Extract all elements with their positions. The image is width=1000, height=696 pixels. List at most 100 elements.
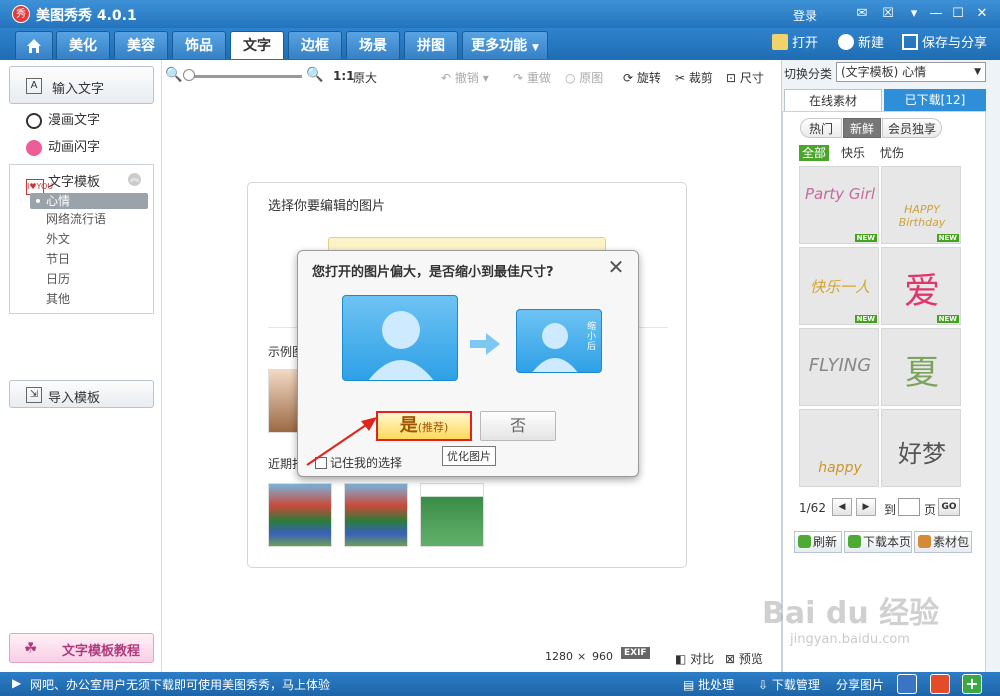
skin-icon[interactable]: ▾ bbox=[904, 4, 924, 24]
new-button[interactable]: 新建 bbox=[838, 34, 884, 54]
yes-button[interactable]: 是(推荐) bbox=[376, 411, 472, 441]
times-sign: × bbox=[577, 650, 587, 663]
undo-button[interactable]: ↶ 撤销 ▾ bbox=[441, 69, 489, 86]
template-header[interactable]: I♥YOU文字模板 bbox=[26, 171, 100, 195]
subitem-mood[interactable]: 心情 bbox=[30, 193, 148, 209]
material-art: FLYING bbox=[808, 355, 872, 376]
optimize-tooltip: 优化图片 bbox=[442, 446, 496, 466]
new-badge: NEW bbox=[854, 234, 877, 242]
compare-label: 对比 bbox=[690, 652, 715, 666]
subitem-other[interactable]: 其他 bbox=[30, 291, 148, 307]
material-item[interactable]: 夏 bbox=[881, 328, 961, 406]
pill-fresh[interactable]: 新鲜 bbox=[843, 118, 881, 138]
collapse-up-icon[interactable]: ︽ bbox=[128, 173, 141, 186]
feedback-icon[interactable]: ☒ bbox=[878, 4, 898, 24]
tutorial-button[interactable]: ☘ 文字模板教程 bbox=[9, 633, 154, 663]
new-badge: NEW bbox=[936, 315, 959, 323]
input-text-button[interactable]: A 输入文字 bbox=[9, 66, 154, 104]
resize-button[interactable]: ⊡ 尺寸 bbox=[726, 69, 764, 86]
maximize-icon[interactable]: ☐ bbox=[948, 4, 968, 24]
switch-category-label: 切换分类 bbox=[784, 67, 833, 81]
material-item[interactable]: 好梦 bbox=[881, 409, 961, 487]
recent-thumb[interactable] bbox=[268, 483, 332, 547]
tab-frame[interactable]: 边框 bbox=[288, 31, 342, 59]
tab-more[interactable]: 更多功能 ▼ bbox=[462, 31, 548, 59]
material-item[interactable]: HAPPY Birthday NEW bbox=[881, 166, 961, 244]
home-tab[interactable] bbox=[15, 31, 53, 59]
pill-hot[interactable]: 热门 bbox=[800, 118, 842, 138]
subitem-holiday[interactable]: 节日 bbox=[30, 251, 148, 267]
recent-thumb[interactable] bbox=[420, 483, 484, 547]
zoom-out-icon[interactable]: 🔍 bbox=[165, 67, 182, 83]
zoom-slider[interactable] bbox=[185, 75, 302, 78]
open-button[interactable]: 打开 bbox=[772, 34, 818, 54]
tab-accessory[interactable]: 饰品 bbox=[172, 31, 226, 59]
remember-choice[interactable]: 记住我的选择 bbox=[315, 454, 402, 471]
crop-button[interactable]: ✂ 裁剪 bbox=[675, 69, 713, 86]
original-size-button[interactable]: 原大 bbox=[353, 69, 377, 86]
tab-collage[interactable]: 拼图 bbox=[404, 31, 458, 59]
zoom-in-icon[interactable]: 🔍 bbox=[306, 67, 323, 83]
download-page-label: 下载本页 bbox=[863, 535, 912, 549]
filter-sad[interactable]: 忧伤 bbox=[880, 145, 904, 161]
filter-all[interactable]: 全部 bbox=[799, 145, 830, 161]
subitem-calendar[interactable]: 日历 bbox=[30, 271, 148, 287]
material-item[interactable]: Party Girl NEW bbox=[799, 166, 879, 244]
exif-button[interactable]: EXIF bbox=[621, 647, 650, 659]
page-unit-label: 页 bbox=[924, 503, 937, 517]
subitem-buzzwords[interactable]: 网络流行语 bbox=[30, 211, 148, 227]
tab-online-material[interactable]: 在线素材 bbox=[784, 89, 882, 111]
minimize-icon[interactable]: — bbox=[926, 4, 946, 24]
rotate-button[interactable]: ⟳ 旋转 bbox=[623, 69, 661, 86]
remember-checkbox[interactable] bbox=[315, 457, 327, 469]
import-template-button[interactable]: ⇲ 导入模板 bbox=[9, 380, 154, 408]
material-pack-label: 素材包 bbox=[933, 535, 970, 549]
next-page-icon[interactable]: ▶ bbox=[856, 498, 876, 516]
close-icon[interactable]: ✕ bbox=[606, 257, 626, 277]
recent-thumb[interactable] bbox=[344, 483, 408, 547]
plus-circle-icon bbox=[838, 34, 854, 50]
pill-vip[interactable]: 会员独享 bbox=[882, 118, 942, 138]
refresh-button[interactable]: 刷新 bbox=[794, 531, 842, 553]
compare-button[interactable]: ◧ 对比 bbox=[675, 650, 714, 667]
folder-icon bbox=[772, 34, 788, 50]
zoom-ratio[interactable]: 1:1 bbox=[333, 69, 355, 83]
redo-button[interactable]: ↷ 重做 bbox=[513, 69, 551, 86]
batch-button[interactable]: ▤ 批处理 bbox=[683, 676, 734, 693]
tab-face[interactable]: 美容 bbox=[114, 31, 168, 59]
original-image-button[interactable]: ○ 原图 bbox=[565, 69, 603, 86]
preview-button[interactable]: ⊠ 预览 bbox=[725, 650, 763, 667]
weibo-icon[interactable] bbox=[930, 674, 950, 694]
rotate-label: 旋转 bbox=[636, 71, 661, 85]
material-item[interactable]: 快乐一人 NEW bbox=[799, 247, 879, 325]
add-share-icon[interactable]: + bbox=[962, 674, 982, 694]
tab-beautify[interactable]: 美化 bbox=[56, 31, 110, 59]
share-image-label[interactable]: 分享图片 bbox=[836, 676, 884, 693]
go-button[interactable]: GO bbox=[938, 498, 960, 516]
promo-message[interactable]: 网吧、办公室用户无须下载即可使用美图秀秀，马上体验 bbox=[30, 676, 330, 693]
tab-scene[interactable]: 场景 bbox=[346, 31, 400, 59]
tab-more-label: 更多功能 bbox=[471, 38, 528, 54]
material-pack-button[interactable]: 素材包 bbox=[914, 531, 972, 553]
material-item[interactable]: 爱 NEW bbox=[881, 247, 961, 325]
qzone-star-icon[interactable] bbox=[897, 674, 917, 694]
subitem-foreign[interactable]: 外文 bbox=[30, 231, 148, 247]
page-number-input[interactable] bbox=[898, 498, 920, 516]
message-icon[interactable]: ✉ bbox=[852, 4, 872, 24]
zoom-slider-knob[interactable] bbox=[183, 69, 195, 81]
tab-downloaded[interactable]: 已下载[12] bbox=[884, 89, 986, 111]
login-link[interactable]: 登录 bbox=[793, 7, 817, 24]
material-item[interactable]: FLYING bbox=[799, 328, 879, 406]
package-icon bbox=[918, 535, 931, 548]
no-button[interactable]: 否 bbox=[480, 411, 556, 441]
category-select[interactable]: (文字模板) 心情 bbox=[836, 62, 986, 82]
tab-text[interactable]: 文字 bbox=[230, 31, 284, 59]
download-manager-button[interactable]: ⇩ 下载管理 bbox=[758, 676, 820, 693]
image-width: 1280 bbox=[545, 650, 573, 663]
prev-page-icon[interactable]: ◀ bbox=[832, 498, 852, 516]
filter-happy[interactable]: 快乐 bbox=[841, 145, 865, 161]
material-item[interactable]: happy bbox=[799, 409, 879, 487]
download-page-button[interactable]: 下载本页 bbox=[844, 531, 912, 553]
save-share-button[interactable]: 保存与分享 bbox=[902, 34, 987, 54]
close-icon[interactable]: ✕ bbox=[972, 4, 992, 24]
